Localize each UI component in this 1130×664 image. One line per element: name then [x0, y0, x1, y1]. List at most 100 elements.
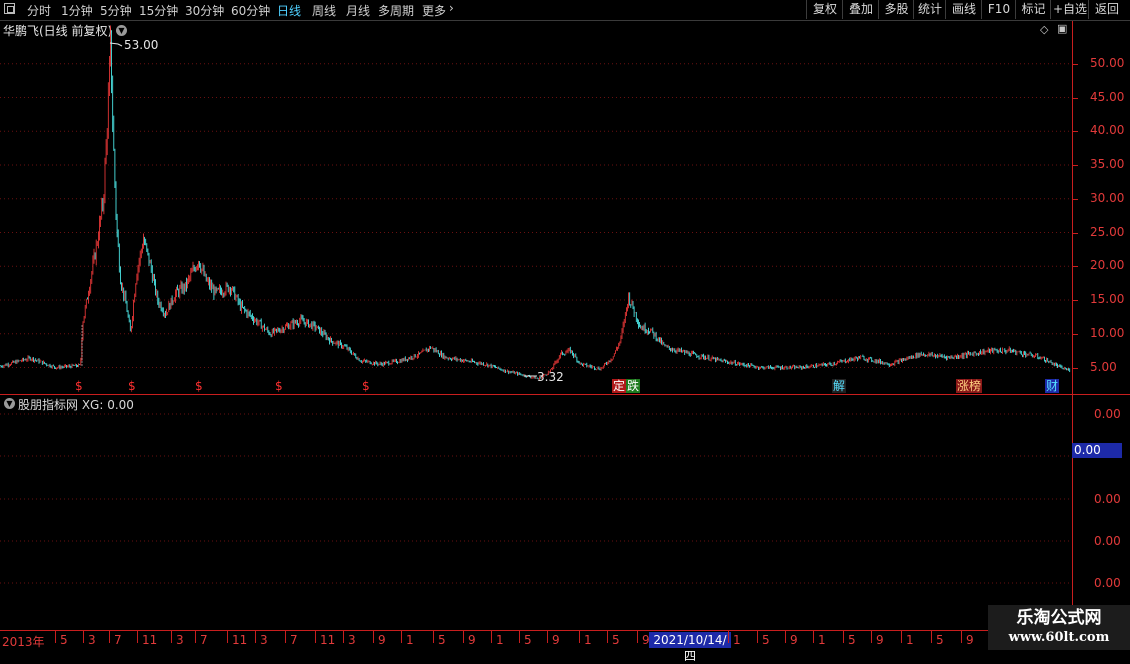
- date-axis-tick: [491, 631, 492, 643]
- price-axis-label: 5.00: [1090, 359, 1117, 374]
- date-axis-tick: [55, 631, 56, 643]
- date-axis-tick: [463, 631, 464, 643]
- date-axis-tick: [637, 631, 638, 643]
- price-axis-tick: [1073, 131, 1078, 133]
- date-axis-label: 3: [260, 633, 268, 647]
- event-marker[interactable]: 财: [1045, 379, 1060, 393]
- date-axis-label: 7: [290, 633, 298, 647]
- price-axis-tick: [1073, 266, 1078, 268]
- price-axis-tick: [1073, 300, 1078, 301]
- date-axis-tick: [373, 631, 374, 643]
- price-axis-label: 45.00: [1090, 89, 1125, 104]
- date-axis: 2021/10/14/四 2013年 5 3 7 11 3 7 11 3 7 11 3 9 1 5 9 1 5 9 1…: [0, 630, 1130, 663]
- indicator-axis-label: 0.00: [1094, 576, 1121, 590]
- event-marker[interactable]: $: [74, 379, 84, 393]
- date-axis-tick: [401, 631, 402, 643]
- date-axis-tick: [171, 631, 172, 643]
- date-axis-label: 9: [378, 633, 386, 647]
- date-axis-label: 5: [612, 633, 620, 647]
- price-axis-label: 20.00: [1090, 258, 1125, 273]
- date-axis-label: 1: [496, 633, 504, 647]
- indicator-axis-label: 0.00: [1094, 407, 1121, 421]
- date-axis-tick: [519, 631, 520, 643]
- date-axis-tick: [195, 631, 196, 643]
- date-axis-tick: [285, 631, 286, 643]
- price-axis-tick: [1073, 63, 1078, 65]
- price-axis-tick: [1073, 367, 1078, 369]
- date-axis-tick: [315, 631, 316, 643]
- price-axis-label: 25.00: [1090, 224, 1125, 239]
- price-axis-tick: [1073, 198, 1078, 200]
- price-axis-label: 40.00: [1090, 123, 1125, 138]
- price-axis-label: 50.00: [1090, 55, 1125, 70]
- price-axis-label: 30.00: [1090, 190, 1125, 205]
- price-axis-label: 35.00: [1090, 157, 1125, 171]
- date-axis-label: 11: [142, 633, 158, 647]
- price-axis-tick: [1073, 165, 1078, 166]
- date-axis-label: 9: [468, 633, 476, 647]
- price-axis-tick: [1073, 333, 1078, 335]
- pane-divider: [0, 394, 1130, 395]
- indicator-title: 股朋指标网 XG: 0.00: [18, 398, 134, 412]
- date-axis-label: 1: [406, 633, 414, 647]
- date-axis-label: 9: [966, 633, 974, 647]
- event-marker[interactable]: $: [194, 379, 204, 393]
- date-axis-tick: [433, 631, 434, 643]
- date-axis-label: 5: [60, 633, 68, 647]
- date-axis-label: 7: [200, 633, 208, 647]
- date-axis-label: 3: [348, 633, 356, 647]
- event-marker[interactable]: 跌: [626, 379, 641, 393]
- date-axis-tick: [785, 631, 786, 643]
- date-axis-tick: [813, 631, 814, 643]
- date-axis-tick: [83, 631, 84, 643]
- watermark-title: 乐淘公式网: [1016, 608, 1102, 628]
- date-axis-tick: [547, 631, 548, 643]
- date-axis-label: 1: [906, 633, 914, 647]
- date-axis-tick: [227, 631, 228, 643]
- indicator-axis-label: 0.00: [1094, 492, 1121, 506]
- date-axis-tick: [843, 631, 844, 643]
- date-axis-tick: [728, 631, 729, 643]
- date-axis-label: 3: [88, 633, 96, 647]
- date-axis-label: 7: [114, 633, 122, 647]
- date-axis-label: 5: [936, 633, 944, 647]
- date-axis-tick: [961, 631, 962, 643]
- date-axis-label: 3: [176, 633, 184, 647]
- high-price-label: 53.00: [124, 38, 159, 52]
- main-chart-canvas[interactable]: [0, 0, 1130, 650]
- price-axis-label: 10.00: [1090, 325, 1125, 340]
- date-axis-label: 5: [848, 633, 856, 647]
- indicator-value-box: 0.00: [1072, 443, 1122, 458]
- date-axis-tick: [931, 631, 932, 643]
- date-axis-label: 1: [733, 633, 741, 647]
- price-axis-tick: [1073, 97, 1078, 99]
- date-axis-tick: [343, 631, 344, 643]
- date-axis-tick: [901, 631, 902, 643]
- date-axis-label: 9: [790, 633, 798, 647]
- low-price-label: 3.32: [537, 370, 564, 384]
- date-axis-label: 5: [762, 633, 770, 647]
- date-axis-label: 9: [642, 633, 650, 647]
- event-marker[interactable]: 涨榜: [956, 379, 983, 393]
- date-axis-tick: [109, 631, 110, 643]
- date-axis-label: 5: [438, 633, 446, 647]
- event-marker[interactable]: 定: [612, 379, 627, 393]
- indicator-menu-icon[interactable]: ▼: [4, 398, 15, 409]
- date-axis-tick: [757, 631, 758, 643]
- date-axis-label: 1: [818, 633, 826, 647]
- date-axis-label: 11: [232, 633, 248, 647]
- date-axis-tick: [607, 631, 608, 643]
- price-axis-label: 15.00: [1090, 292, 1125, 306]
- event-marker[interactable]: $: [361, 379, 371, 393]
- date-axis-label: 11: [320, 633, 336, 647]
- date-axis-label: 9: [876, 633, 884, 647]
- price-axis-tick: [1073, 232, 1078, 234]
- current-date-box: 2021/10/14/四: [649, 632, 731, 663]
- date-axis-label: 9: [552, 633, 560, 647]
- date-axis-tick: [871, 631, 872, 643]
- event-marker[interactable]: 解: [832, 379, 847, 393]
- date-axis-tick: [255, 631, 256, 643]
- date-axis-tick: [579, 631, 580, 643]
- event-marker[interactable]: $: [127, 379, 137, 393]
- event-marker[interactable]: $: [274, 379, 284, 393]
